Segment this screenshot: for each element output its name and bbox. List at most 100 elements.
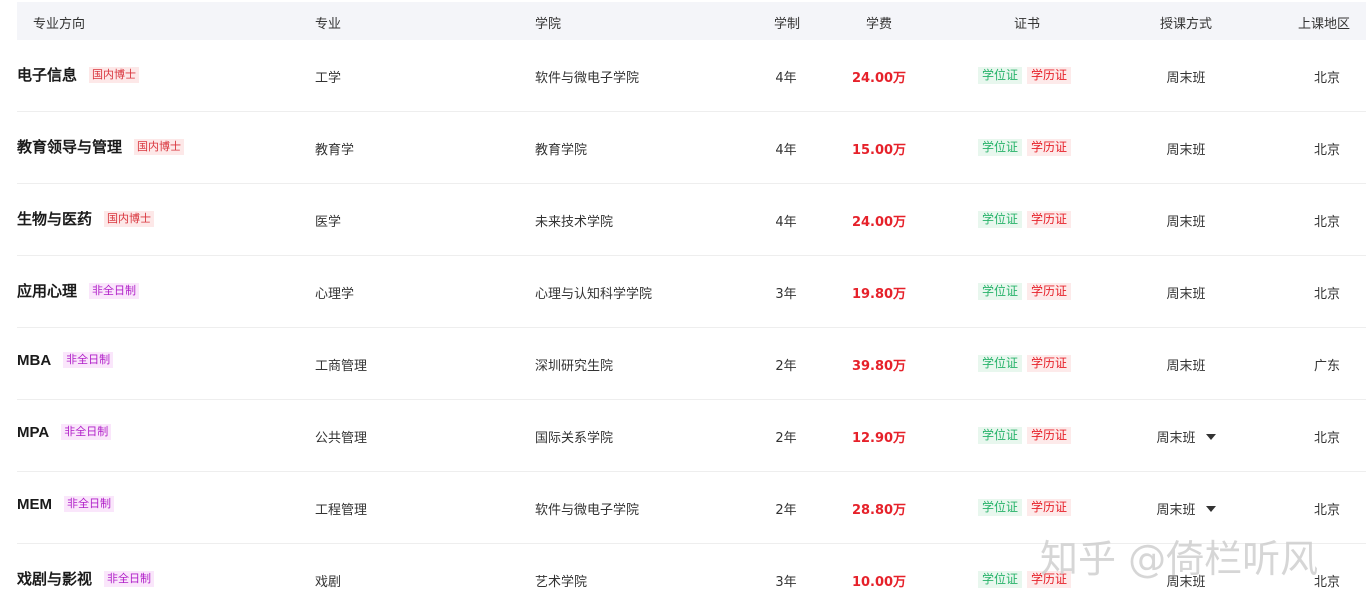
college-cell: 心理与认知科学学院 bbox=[535, 287, 653, 302]
major-cell: 心理学 bbox=[315, 287, 355, 302]
college-cell: 软件与微电子学院 bbox=[535, 503, 640, 518]
certificate-cell: 学位证 学历证 bbox=[978, 283, 1076, 300]
duration-cell: 4年 bbox=[775, 71, 797, 86]
diploma-certificate-badge: 学历证 bbox=[1027, 571, 1072, 588]
program-type-tag: 非全日制 bbox=[64, 496, 114, 512]
major-cell: 工商管理 bbox=[315, 359, 368, 374]
direction-name: 教育领导与管理 bbox=[17, 139, 123, 156]
certificate-cell: 学位证 学历证 bbox=[978, 211, 1076, 228]
major-cell: 工程管理 bbox=[315, 503, 368, 518]
certificate-cell: 学位证 学历证 bbox=[978, 499, 1076, 516]
caret-down-icon[interactable] bbox=[1205, 434, 1216, 440]
header-region: 上课地区 bbox=[1298, 17, 1351, 32]
table-row[interactable]: MBA 非全日制 工商管理 深圳研究生院 2年 39.80万 学位证 学历证 周末班 广东 bbox=[17, 328, 1366, 400]
table-row[interactable]: MPA 非全日制 公共管理 国际关系学院 2年 12.90万 学位证 学历证 周末班 北京 bbox=[17, 400, 1366, 472]
direction-name: MPA bbox=[17, 424, 50, 441]
major-cell: 医学 bbox=[315, 215, 342, 230]
table-row[interactable]: MEM 非全日制 工程管理 软件与微电子学院 2年 28.80万 学位证 学历证 周末班 北京 bbox=[17, 472, 1366, 544]
fee-cell: 12.90万 bbox=[851, 431, 907, 446]
duration-cell: 2年 bbox=[775, 359, 797, 374]
college-cell: 未来技术学院 bbox=[535, 215, 614, 230]
teaching-mode-label: 周末班 bbox=[1166, 359, 1206, 374]
diploma-certificate-badge: 学历证 bbox=[1027, 67, 1072, 84]
fee-cell: 10.00万 bbox=[851, 575, 907, 590]
diploma-certificate-badge: 学历证 bbox=[1027, 355, 1072, 372]
table-header: 专业方向 专业 学院 学制 学费 证书 授课方式 上课地区 bbox=[17, 2, 1366, 40]
teaching-mode-cell: 周末班 bbox=[1154, 571, 1218, 590]
program-type-tag: 国内博士 bbox=[89, 67, 140, 83]
header-college: 学院 bbox=[535, 17, 562, 32]
certificate-cell: 学位证 学历证 bbox=[978, 571, 1076, 588]
header-certificate: 证书 bbox=[1014, 17, 1041, 32]
program-direction: MEM 非全日制 bbox=[17, 496, 114, 513]
duration-cell: 4年 bbox=[775, 143, 797, 158]
teaching-mode-label: 周末班 bbox=[1166, 575, 1206, 590]
teaching-mode-cell: 周末班 bbox=[1154, 67, 1218, 86]
diploma-certificate-badge: 学历证 bbox=[1027, 139, 1072, 156]
program-direction: 生物与医药 国内博士 bbox=[17, 208, 155, 229]
table-row[interactable]: 应用心理 非全日制 心理学 心理与认知科学学院 3年 19.80万 学位证 学历证 周末班 北京 bbox=[17, 256, 1366, 328]
direction-name: MBA bbox=[17, 352, 52, 369]
duration-cell: 2年 bbox=[775, 503, 797, 518]
header-duration: 学制 bbox=[774, 17, 801, 32]
teaching-mode-label: 周末班 bbox=[1156, 431, 1196, 446]
teaching-mode-cell: 周末班 bbox=[1154, 283, 1218, 302]
diploma-certificate-badge: 学历证 bbox=[1027, 499, 1072, 516]
certificate-cell: 学位证 学历证 bbox=[978, 67, 1076, 84]
table-row[interactable]: 戏剧与影视 非全日制 戏剧 艺术学院 3年 10.00万 学位证 学历证 周末班 北京 bbox=[17, 544, 1366, 615]
program-direction: 教育领导与管理 国内博士 bbox=[17, 136, 185, 157]
fee-cell: 19.80万 bbox=[851, 287, 907, 302]
table-body: 电子信息 国内博士 工学 软件与微电子学院 4年 24.00万 学位证 学历证 周末班 北京 教育领… bbox=[17, 40, 1366, 615]
diploma-certificate-badge: 学历证 bbox=[1027, 427, 1072, 444]
region-cell: 广东 bbox=[1313, 359, 1340, 374]
college-cell: 软件与微电子学院 bbox=[535, 71, 640, 86]
direction-name: 应用心理 bbox=[17, 283, 78, 300]
duration-cell: 2年 bbox=[775, 431, 797, 446]
diploma-certificate-badge: 学历证 bbox=[1027, 283, 1072, 300]
duration-cell: 3年 bbox=[775, 287, 797, 302]
region-cell: 北京 bbox=[1313, 71, 1340, 86]
program-type-tag: 非全日制 bbox=[61, 424, 112, 440]
program-type-tag: 非全日制 bbox=[63, 352, 114, 368]
program-table: 专业方向 专业 学院 学制 学费 证书 授课方式 上课地区 电子信息 国内博士 工学… bbox=[17, 2, 1366, 615]
degree-certificate-badge: 学位证 bbox=[978, 499, 1023, 516]
teaching-mode-cell[interactable]: 周末班 bbox=[1154, 499, 1218, 518]
certificate-cell: 学位证 学历证 bbox=[978, 427, 1076, 444]
major-cell: 工学 bbox=[315, 71, 342, 86]
program-type-tag: 非全日制 bbox=[104, 571, 155, 587]
fee-cell: 24.00万 bbox=[851, 71, 907, 86]
fee-cell: 28.80万 bbox=[851, 503, 907, 518]
region-cell: 北京 bbox=[1313, 287, 1340, 302]
table-row[interactable]: 电子信息 国内博士 工学 软件与微电子学院 4年 24.00万 学位证 学历证 周末班 北京 bbox=[17, 40, 1366, 112]
fee-cell: 15.00万 bbox=[851, 143, 907, 158]
program-direction: MBA 非全日制 bbox=[17, 352, 114, 369]
degree-certificate-badge: 学位证 bbox=[978, 139, 1023, 156]
teaching-mode-label: 周末班 bbox=[1166, 287, 1206, 302]
teaching-mode-label: 周末班 bbox=[1166, 71, 1206, 86]
program-direction: 电子信息 国内博士 bbox=[17, 64, 140, 85]
header-direction: 专业方向 bbox=[33, 17, 86, 32]
table-row[interactable]: 生物与医药 国内博士 医学 未来技术学院 4年 24.00万 学位证 学历证 周末班 北京 bbox=[17, 184, 1366, 256]
major-cell: 教育学 bbox=[315, 143, 355, 158]
caret-down-icon[interactable] bbox=[1205, 506, 1216, 512]
teaching-mode-label: 周末班 bbox=[1166, 215, 1206, 230]
teaching-mode-cell[interactable]: 周末班 bbox=[1154, 427, 1218, 446]
college-cell: 教育学院 bbox=[535, 143, 588, 158]
program-type-tag: 国内博士 bbox=[104, 211, 155, 227]
teaching-mode-cell: 周末班 bbox=[1154, 211, 1218, 230]
duration-cell: 4年 bbox=[775, 215, 797, 230]
college-cell: 艺术学院 bbox=[535, 575, 588, 590]
degree-certificate-badge: 学位证 bbox=[978, 571, 1023, 588]
major-cell: 公共管理 bbox=[315, 431, 368, 446]
teaching-mode-cell: 周末班 bbox=[1154, 355, 1218, 374]
table-row[interactable]: 教育领导与管理 国内博士 教育学 教育学院 4年 15.00万 学位证 学历证 周末班 北京 bbox=[17, 112, 1366, 184]
certificate-cell: 学位证 学历证 bbox=[978, 355, 1076, 372]
teaching-mode-label: 周末班 bbox=[1166, 143, 1206, 158]
program-direction: 戏剧与影视 非全日制 bbox=[17, 568, 155, 589]
direction-name: 生物与医药 bbox=[17, 211, 93, 228]
teaching-mode-cell: 周末班 bbox=[1154, 139, 1218, 158]
college-cell: 国际关系学院 bbox=[535, 431, 614, 446]
header-major: 专业 bbox=[315, 17, 342, 32]
degree-certificate-badge: 学位证 bbox=[978, 355, 1023, 372]
region-cell: 北京 bbox=[1313, 215, 1340, 230]
